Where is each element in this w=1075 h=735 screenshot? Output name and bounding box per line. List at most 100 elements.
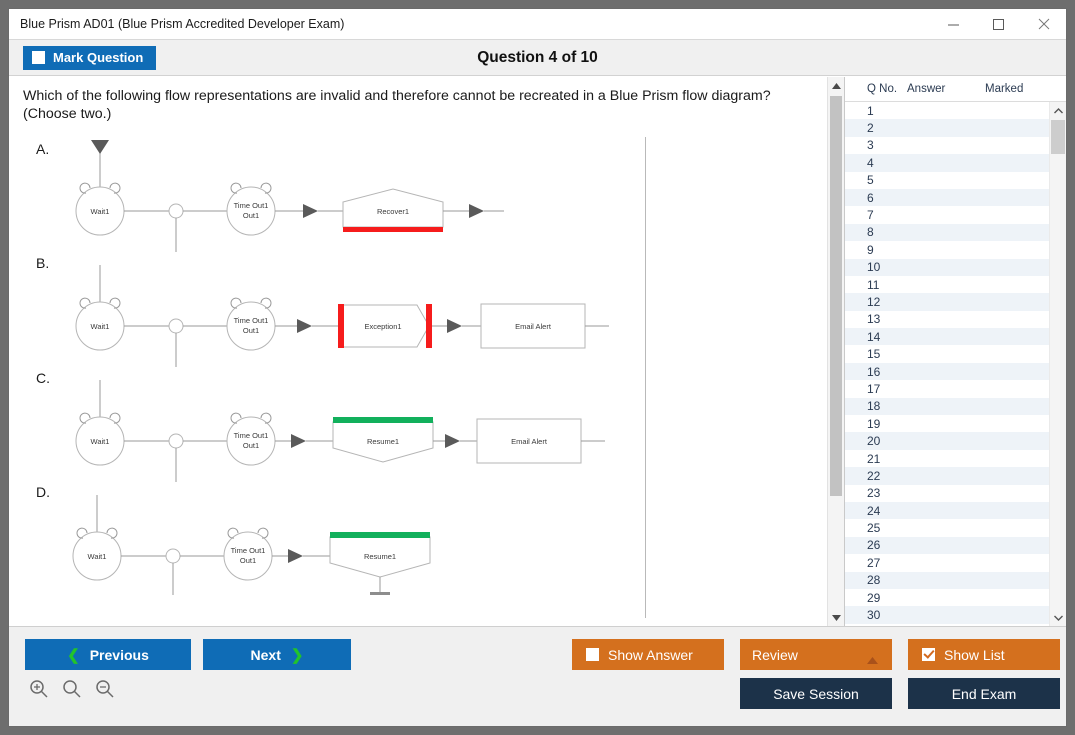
question-list-row[interactable]: 8 (845, 223, 1049, 242)
question-list-row[interactable]: 25 (845, 519, 1049, 536)
question-list-row[interactable]: 28 (845, 571, 1049, 589)
node-label-timeout1-a: Time Out1 (234, 201, 269, 210)
svg-text:Out1: Out1 (243, 211, 259, 220)
next-button[interactable]: Next ❯ (203, 639, 351, 670)
question-list-row[interactable]: 13 (845, 311, 1049, 328)
question-list-row-number: 8 (867, 225, 874, 240)
question-list-row[interactable]: 29 (845, 589, 1049, 606)
question-list-row[interactable]: 9 (845, 241, 1049, 258)
question-list-row-number: 26 (867, 538, 881, 553)
question-list-row[interactable]: 7 (845, 206, 1049, 223)
flow-diagram-a: Wait1 Time Out1 Out1 Recover1 (75, 140, 504, 252)
question-list-row[interactable]: 6 (845, 188, 1049, 207)
question-list-row-number: 5 (867, 173, 874, 188)
footer-bar: ❮ Previous Next ❯ Show Answer Review Sho… (9, 626, 1066, 726)
question-list-scrollbar[interactable] (1049, 102, 1066, 626)
question-list-row[interactable]: 12 (845, 293, 1049, 311)
question-list-row[interactable]: 11 (845, 276, 1049, 293)
question-list-row[interactable]: 19 (845, 415, 1049, 432)
question-list-row[interactable]: 14 (845, 328, 1049, 346)
end-exam-button[interactable]: End Exam (908, 678, 1060, 709)
question-list-row[interactable]: 23 (845, 485, 1049, 502)
exam-window: Blue Prism AD01 (Blue Prism Accredited D… (8, 8, 1067, 727)
question-list-row[interactable]: 26 (845, 536, 1049, 555)
mark-question-button[interactable]: Mark Question (23, 45, 157, 70)
question-list-row[interactable]: 22 (845, 467, 1049, 485)
question-list-row[interactable]: 21 (845, 450, 1049, 467)
show-list-checkbox[interactable] (922, 648, 935, 661)
flow-diagram-c: Wait1 Time Out1 Out1 Resume1 Email Alert (75, 380, 605, 482)
list-scroll-thumb[interactable] (1051, 120, 1065, 154)
question-list-body[interactable]: 1 2 3 4 5 6 7 8 9 10 11 12 13 14 15 16 17 18 19 20 21 22 23 24 2… (845, 102, 1066, 626)
node-label-recover1-a: Recover1 (377, 207, 409, 216)
question-list-row-number: 9 (867, 242, 874, 257)
scroll-up-arrow-icon[interactable] (828, 77, 844, 94)
question-list-row[interactable]: 1 (845, 102, 1049, 119)
column-header-answer: Answer (907, 83, 946, 95)
save-session-label: Save Session (773, 685, 859, 702)
column-header-qno: Q No. (867, 83, 898, 95)
title-bar: Blue Prism AD01 (Blue Prism Accredited D… (9, 9, 1066, 40)
question-list-header: Q No. Answer Marked (845, 77, 1066, 102)
scroll-down-arrow-icon[interactable] (828, 609, 844, 626)
previous-button[interactable]: ❮ Previous (25, 639, 191, 670)
question-list-row-number: 20 (867, 434, 881, 449)
question-list-row[interactable]: 5 (845, 172, 1049, 189)
list-scroll-up-icon[interactable] (1050, 102, 1066, 119)
question-list-row[interactable]: 16 (845, 362, 1049, 381)
question-list-row-number: 12 (867, 294, 881, 309)
save-session-button[interactable]: Save Session (740, 678, 892, 709)
show-answer-label: Show Answer (608, 646, 693, 663)
question-list-row-number: 15 (867, 347, 881, 362)
scroll-thumb[interactable] (830, 96, 842, 496)
zoom-out-icon[interactable] (95, 679, 115, 704)
question-list-row-number: 25 (867, 521, 881, 536)
question-list-row-number: 24 (867, 503, 881, 518)
show-list-button[interactable]: Show List (908, 639, 1060, 670)
flow-diagram-d: Wait1 Time Out1 Out1 Resume1 (72, 495, 431, 595)
node-label-timeout1-c: Time Out1 (234, 431, 269, 440)
question-list-row-number: 1 (867, 103, 874, 118)
close-icon[interactable] (1021, 9, 1066, 40)
question-list-row-number: 4 (867, 155, 874, 170)
question-panel-scrollbar[interactable] (827, 77, 844, 626)
question-list-row-number: 7 (867, 208, 874, 223)
question-list-row[interactable]: 10 (845, 258, 1049, 276)
minimize-icon[interactable] (931, 9, 976, 40)
question-list-row[interactable]: 20 (845, 432, 1049, 450)
flow-diagram-b: Wait1 Time Out1 Out1 Exception1 Email Al… (75, 265, 609, 367)
mark-question-label: Mark Question (53, 50, 144, 65)
question-panel: Which of the following flow representati… (9, 77, 827, 626)
question-list-row[interactable]: 4 (845, 154, 1049, 172)
zoom-controls (29, 679, 115, 704)
question-list-panel: Q No. Answer Marked 1 2 3 4 5 6 7 8 9 10 11 12 13 14 1… (844, 77, 1066, 626)
question-list-row-number: 16 (867, 364, 881, 379)
next-label: Next (250, 646, 281, 663)
question-list-row[interactable]: 18 (845, 397, 1049, 416)
question-list-row[interactable]: 3 (845, 137, 1049, 154)
question-list-row[interactable]: 17 (845, 380, 1049, 397)
zoom-in-icon[interactable] (29, 679, 49, 704)
question-list-row-number: 23 (867, 486, 881, 501)
show-answer-checkbox[interactable] (586, 648, 599, 661)
question-list-row-number: 6 (867, 190, 874, 205)
question-list-row[interactable]: 30 (845, 606, 1049, 624)
mark-question-checkbox[interactable] (32, 51, 45, 64)
question-list-row[interactable]: 15 (845, 345, 1049, 362)
maximize-icon[interactable] (976, 9, 1021, 40)
content-area: Which of the following flow representati… (9, 77, 1066, 626)
zoom-reset-icon[interactable] (62, 679, 82, 704)
list-scroll-down-icon[interactable] (1050, 609, 1066, 626)
node-label-resume1-c: Resume1 (367, 437, 399, 446)
header-bar: Mark Question Question 4 of 10 (9, 40, 1066, 76)
node-label-timeout1-b: Time Out1 (234, 316, 269, 325)
question-list-row[interactable]: 24 (845, 501, 1049, 520)
question-list-row-number: 22 (867, 468, 881, 483)
question-list-row-number: 17 (867, 381, 881, 396)
show-answer-button[interactable]: Show Answer (572, 639, 724, 670)
question-list-row-number: 11 (867, 277, 880, 292)
node-label-emailalert-c: Email Alert (511, 437, 548, 446)
question-list-row[interactable]: 27 (845, 554, 1049, 571)
review-dropdown[interactable]: Review (740, 639, 892, 670)
question-list-row[interactable]: 2 (845, 119, 1049, 137)
